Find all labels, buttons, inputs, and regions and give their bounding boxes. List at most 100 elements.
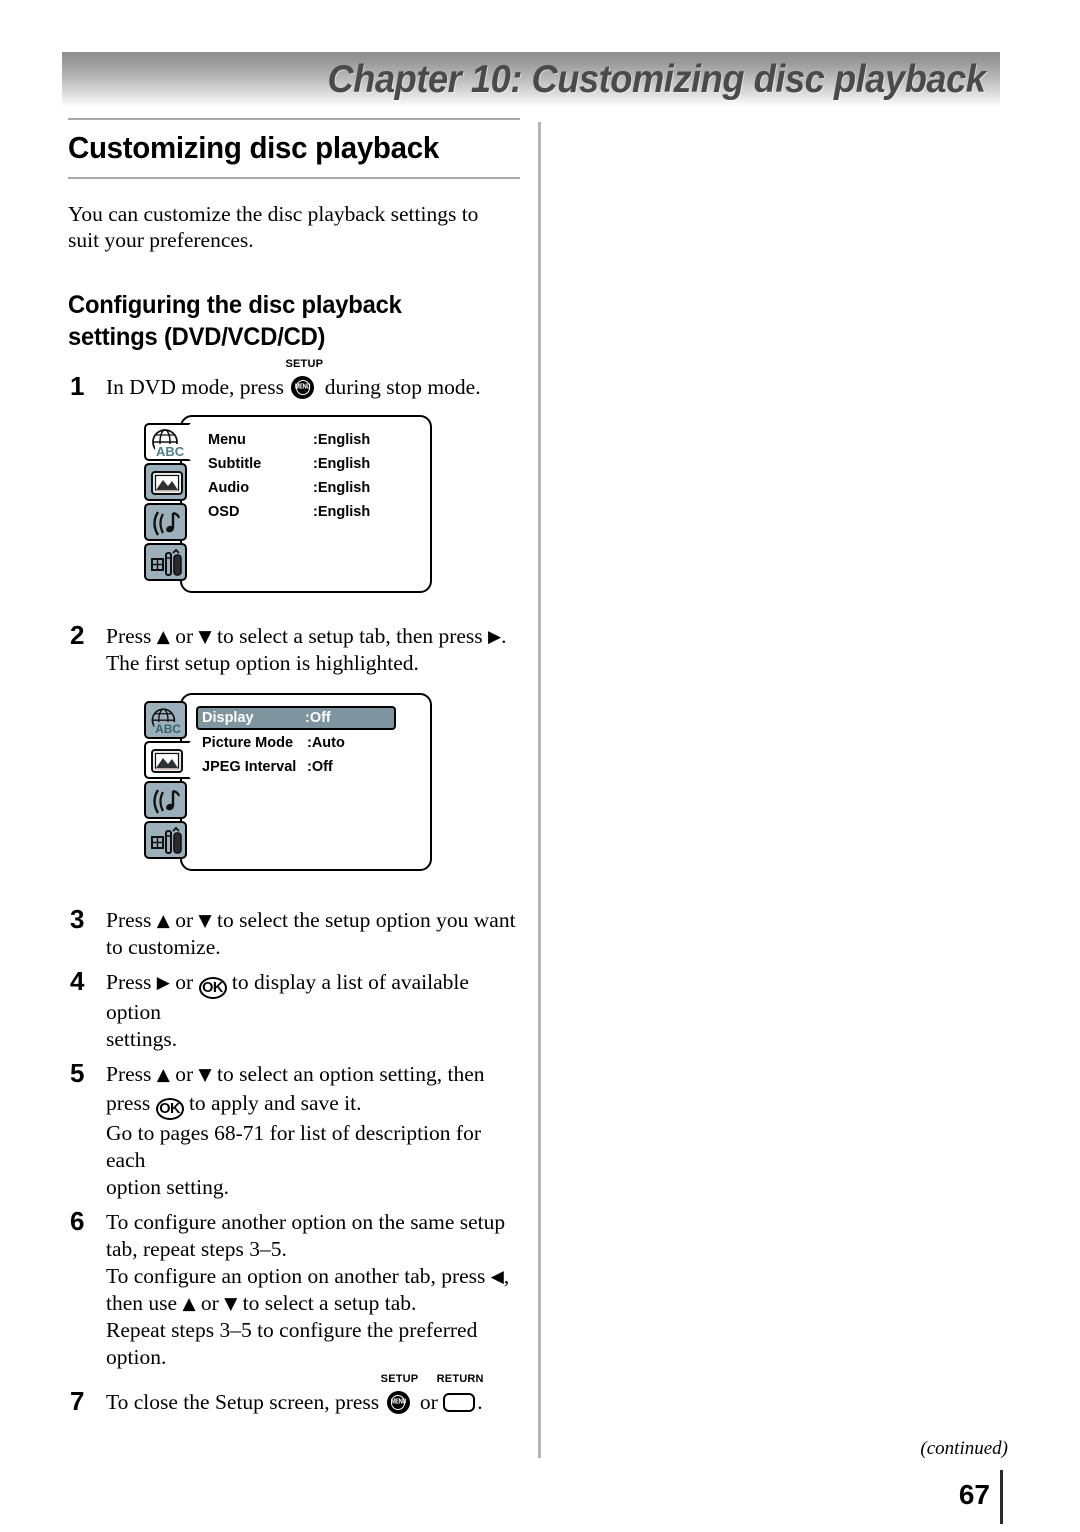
step-1-text: In DVD mode, press SETUP MENU during stop… <box>106 358 520 401</box>
step-6-line-4: then use ▲ or ▼ to select a setup tab. <box>106 1290 520 1317</box>
step-5-text-b: or <box>169 1061 199 1086</box>
up-arrow-icon: ▲ <box>156 1064 170 1085</box>
osd-row-value: :Off <box>305 709 331 726</box>
step-number: 4 <box>70 965 85 996</box>
step-7-text-a: To close the Setup screen, press <box>106 1389 385 1414</box>
right-arrow-icon: ▶ <box>156 972 170 993</box>
step-4-text-a: Press <box>106 969 157 994</box>
osd-row-label: JPEG Interval <box>202 758 297 775</box>
osd-panel-2: Display :Off Picture Mode :Auto JPEG Int… <box>180 692 432 871</box>
step-4-line-2: settings. <box>106 1026 178 1051</box>
step-3-line-2: to customize. <box>106 934 221 959</box>
osd-row[interactable]: OSD :English <box>204 502 420 523</box>
osd-tab-language[interactable]: ABC <box>144 422 191 461</box>
step-4-line-1: Press ▶ or OK to display a list of avail… <box>106 969 520 1026</box>
osd-row-label: Subtitle <box>208 455 262 472</box>
osd-row[interactable]: Picture Mode :Auto <box>196 733 420 754</box>
step-5-line-4: option setting. <box>106 1174 230 1199</box>
osd-tab-picture[interactable] <box>144 462 187 501</box>
audio-note-icon <box>153 511 181 536</box>
language-globe-abc-icon: ABC <box>152 428 185 459</box>
setup-key-icon[interactable]: SETUP MENU <box>381 1373 418 1414</box>
osd-tab-audio[interactable] <box>144 780 187 819</box>
step-5-text-e: to apply and save it. <box>183 1090 362 1115</box>
step-number: 5 <box>70 1057 85 1088</box>
setup-key-caption: SETUP <box>285 357 324 370</box>
language-globe-abc-icon: ABC <box>151 708 181 736</box>
setup-key-inner-label: MENU <box>390 1398 406 1406</box>
down-arrow-icon: ▼ <box>198 910 212 931</box>
up-arrow-icon: ▲ <box>156 626 170 647</box>
ok-key-icon[interactable]: OK <box>198 976 227 999</box>
osd-tab-language[interactable]: ABC <box>144 700 187 739</box>
step-7: 7 To close the Setup screen, press SETUP… <box>68 1373 520 1416</box>
step-5-text-c: to select an option setting, then <box>211 1061 485 1086</box>
up-arrow-icon: ▲ <box>182 1293 196 1314</box>
osd-tab-settings[interactable] <box>144 820 187 859</box>
osd-row-value: :English <box>313 503 371 520</box>
osd-row-value: :English <box>313 431 371 448</box>
title-rule-bottom <box>68 177 520 179</box>
osd-panel-1: Menu :English Subtitle :English Audio :E… <box>180 414 432 593</box>
step-7-line-1: To close the Setup screen, press SETUP ME… <box>106 1373 520 1416</box>
osd-rows-2: Display :Off Picture Mode :Auto JPEG Int… <box>196 705 420 781</box>
step-5: 5 Press ▲ or ▼ to select an option setti… <box>68 1057 520 1201</box>
step-number: 1 <box>70 370 85 401</box>
setup-key-icon[interactable]: SETUP MENU <box>285 358 323 399</box>
svg-text:ABC: ABC <box>155 722 181 736</box>
down-arrow-icon: ▼ <box>198 1064 212 1085</box>
column-divider <box>538 122 541 1458</box>
step-2-line-2: The first setup option is highlighted. <box>106 650 419 675</box>
intro-paragraph: You can customize the disc playback sett… <box>68 202 479 252</box>
settings-tools-icon <box>151 548 182 576</box>
step-6-line-3: To configure an option on another tab, p… <box>106 1263 520 1290</box>
footer-rule <box>1000 1470 1003 1524</box>
audio-note-icon <box>153 789 181 814</box>
step-5-line-2: press OK to apply and save it. <box>106 1088 520 1120</box>
step-7-text-b: or <box>414 1389 444 1414</box>
osd-tabs-2: ABC <box>144 700 191 861</box>
osd-row[interactable]: Menu :English <box>204 430 420 451</box>
step-4-text-b: or <box>169 969 199 994</box>
chapter-title: Chapter 10: Customizing disc playback <box>328 58 986 101</box>
step-1-text-b: during stop mode. <box>319 374 481 399</box>
step-2-text-b: or <box>169 623 199 648</box>
down-arrow-icon: ▼ <box>198 626 212 647</box>
osd-row-selected[interactable]: Display :Off <box>196 705 396 730</box>
osd-row-value: :English <box>313 455 371 472</box>
osd-rows-1: Menu :English Subtitle :English Audio :E… <box>204 430 420 526</box>
step-6-line-5: Repeat steps 3–5 to configure the prefer… <box>106 1317 478 1342</box>
step-number: 3 <box>70 903 85 934</box>
left-arrow-icon: ◀ <box>490 1266 504 1287</box>
step-2-line-1: Press ▲ or ▼ to select a setup tab, then… <box>106 623 520 650</box>
osd-row-label: Audio <box>208 479 250 496</box>
step-6-line-1: To configure another option on the same … <box>106 1209 506 1234</box>
step-2: 2 Press ▲ or ▼ to select a setup tab, th… <box>68 620 520 677</box>
continued-note: (continued) <box>920 1438 1008 1459</box>
up-arrow-icon: ▲ <box>156 910 170 931</box>
settings-tools-icon <box>151 826 182 854</box>
step-1-text-a: In DVD mode, press <box>106 374 290 399</box>
return-key-icon[interactable]: RETURN <box>437 1373 484 1413</box>
step-2-text-c: to select a setup tab, then press <box>211 623 489 648</box>
osd-row[interactable]: Subtitle :English <box>204 454 420 475</box>
step-3-text-c: to select the setup option you want <box>211 907 516 932</box>
osd-row[interactable]: JPEG Interval :Off <box>196 757 420 778</box>
section-heading: Configuring the disc playback settings (… <box>68 291 402 351</box>
down-arrow-icon: ▼ <box>224 1293 238 1314</box>
title-rule-top <box>68 118 520 120</box>
left-column: Customizing disc playback You can custom… <box>68 118 520 1416</box>
step-2-text-a: Press <box>106 623 157 648</box>
osd-tab-audio[interactable] <box>144 502 187 541</box>
page-title: Customizing disc playback <box>68 130 439 165</box>
osd-row[interactable]: Audio :English <box>204 478 420 499</box>
svg-text:ABC: ABC <box>156 444 185 459</box>
osd-tab-picture[interactable] <box>144 740 191 779</box>
ok-key-icon[interactable]: OK <box>155 1097 184 1120</box>
step-5-text-a: Press <box>106 1061 157 1086</box>
step-3-text-b: or <box>169 907 199 932</box>
setup-key-circle: MENU <box>291 375 315 399</box>
osd-tab-settings[interactable] <box>144 542 187 581</box>
step-5-line-1: Press ▲ or ▼ to select an option setting… <box>106 1061 520 1088</box>
step-4: 4 Press ▶ or OK to display a list of ava… <box>68 965 520 1053</box>
